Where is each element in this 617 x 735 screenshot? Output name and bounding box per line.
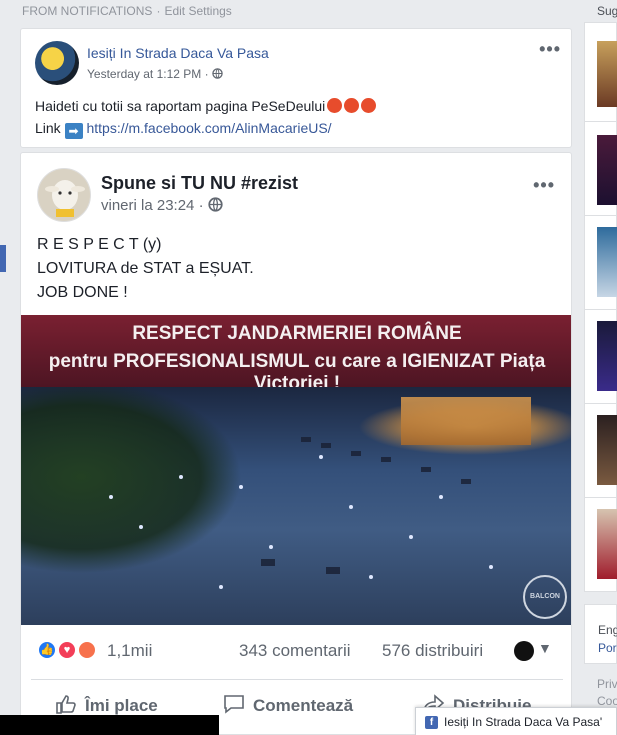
reactions-count[interactable]: 1,1mii	[107, 641, 152, 661]
page-avatar[interactable]	[35, 41, 79, 85]
suggested-thumbnail[interactable]	[597, 415, 617, 485]
comment-icon	[224, 695, 244, 714]
notification-source-bar: FROM NOTIFICATIONS · Edit Settings	[22, 4, 232, 18]
shares-count[interactable]: 576 distribuiri	[382, 641, 483, 661]
more-options-icon[interactable]: •••	[533, 175, 555, 196]
comment-button[interactable]: Comentează	[223, 694, 353, 716]
comments-count[interactable]: 343 comentarii	[239, 641, 351, 661]
like-button[interactable]: Îmi place	[55, 694, 158, 716]
language-link[interactable]: Por	[598, 639, 617, 657]
post-meta: vineri la 23:24 ·	[101, 197, 223, 214]
language-label: Eng	[598, 623, 617, 637]
divider	[585, 497, 617, 498]
goat-avatar-icon	[38, 169, 90, 221]
post-stats: 👍 ♥ 1,1mii 343 comentarii 576 distribuir…	[21, 629, 571, 669]
privacy-link[interactable]: Priv	[597, 676, 617, 693]
right-column: Sug Eng Por Priv Coo	[584, 0, 617, 735]
angry-reaction-icon[interactable]	[77, 640, 97, 660]
viewer-avatar[interactable]	[514, 641, 534, 661]
footer-links: Priv Coo	[597, 676, 617, 710]
post-author[interactable]: Iesiți In Strada Daca Va Pasa	[87, 45, 269, 61]
divider	[585, 121, 617, 122]
suggested-thumbnail[interactable]	[597, 321, 617, 391]
post-timestamp[interactable]: Yesterday at 1:12 PM	[87, 67, 201, 81]
suggested-heading: Sug	[597, 4, 617, 18]
post-card: Spune si TU NU #rezist vineri la 23:24 ·…	[20, 152, 572, 735]
chevron-down-icon[interactable]: ▼	[538, 640, 552, 656]
more-options-icon[interactable]: •••	[539, 39, 561, 60]
like-reaction-icon[interactable]: 👍	[37, 640, 57, 660]
square-lights	[109, 437, 493, 589]
suggested-thumbnail[interactable]	[597, 41, 617, 107]
left-edge-tab[interactable]	[0, 245, 6, 272]
watermark-logo: BALCON	[523, 575, 567, 619]
page-avatar[interactable]	[37, 168, 91, 222]
post-text: R E S P E C T (y) LOVITURA de STAT a EȘU…	[37, 236, 254, 301]
post-link[interactable]: https://m.facebook.com/AlinMacarieUS/	[86, 120, 331, 136]
divider	[585, 309, 617, 310]
angry-emoji-icon	[361, 98, 377, 113]
post-timestamp[interactable]: vineri la 23:24	[101, 197, 194, 214]
shared-post-card: Iesiți In Strada Daca Va Pasa Yesterday …	[20, 28, 572, 148]
image-banner: RESPECT JANDARMERIEI ROMÂNE pentru PROFE…	[21, 315, 571, 394]
black-overlay-bar	[0, 715, 219, 735]
thumbs-up-icon	[56, 695, 76, 714]
post-author[interactable]: Spune si TU NU #rezist	[101, 173, 298, 194]
source-label: FROM NOTIFICATIONS	[22, 4, 153, 18]
globe-icon	[208, 197, 223, 212]
edit-settings-link[interactable]: Edit Settings	[164, 4, 231, 18]
chat-tab-title: Iesiți In Strada Daca Va Pasa'	[444, 715, 603, 729]
suggested-thumbnail[interactable]	[597, 509, 617, 579]
language-box: Eng Por	[584, 604, 617, 664]
divider	[585, 403, 617, 404]
divider	[585, 215, 617, 216]
post-meta: Yesterday at 1:12 PM ·	[87, 67, 223, 81]
post-text: Haideti cu totii sa raportam pagina PeSe…	[35, 95, 377, 139]
love-reaction-icon[interactable]: ♥	[57, 640, 77, 660]
night-square-photo: BALCON	[21, 387, 571, 625]
angry-emoji-icon	[327, 98, 343, 113]
facebook-icon: f	[425, 716, 438, 729]
angry-emoji-icon	[344, 98, 360, 113]
suggested-box	[584, 22, 617, 592]
right-arrow-icon: ➡	[64, 123, 83, 139]
suggested-thumbnail[interactable]	[597, 227, 617, 297]
post-image[interactable]: RESPECT JANDARMERIEI ROMÂNE pentru PROFE…	[21, 315, 571, 625]
globe-icon	[212, 68, 223, 79]
suggested-thumbnail[interactable]	[597, 135, 617, 205]
chat-tab[interactable]: f Iesiți In Strada Daca Va Pasa'	[415, 707, 617, 735]
